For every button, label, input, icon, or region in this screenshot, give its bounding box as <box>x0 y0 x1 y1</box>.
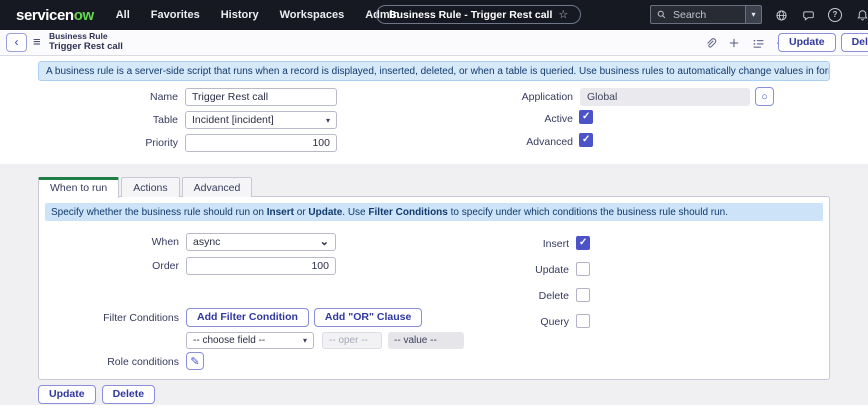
choose-field-value: -- choose field -- <box>193 335 265 346</box>
record-title: Trigger Rest call <box>49 42 123 53</box>
record-toolbar: ‹ ≡ Business Rule Trigger Rest call ⋯ Up… <box>0 30 868 56</box>
nav-workspaces[interactable]: Workspaces <box>280 9 345 21</box>
filter-conditions-label: Filter Conditions <box>39 312 179 324</box>
record-title-block: Business Rule Trigger Rest call <box>49 32 123 53</box>
toolbar-icon-group: ⋯ <box>702 30 790 56</box>
order-label: Order <box>39 260 179 272</box>
search-scope-button[interactable]: ▾ <box>745 5 762 24</box>
advanced-label: Advanced <box>430 136 573 148</box>
active-checkbox[interactable] <box>579 110 593 124</box>
info-banner-text: A business rule is a server-side script … <box>46 66 830 77</box>
filter-condition-buttons: Add Filter Condition Add "OR" Clause <box>186 308 422 327</box>
update-label: Update <box>429 264 569 276</box>
application-field: Global <box>580 88 750 106</box>
context-pill[interactable]: Business Rule - Trigger Rest call ☆ <box>376 5 581 24</box>
when-select[interactable]: async ⌄ <box>186 233 336 251</box>
choose-field-caret-icon: ▾ <box>303 336 307 345</box>
nav-favorites[interactable]: Favorites <box>151 9 200 21</box>
globe-icon[interactable] <box>772 6 790 24</box>
delete-label: Delete <box>429 290 569 302</box>
application-label: Application <box>430 91 573 103</box>
query-checkbox[interactable] <box>576 314 590 328</box>
when-label: When <box>39 236 179 248</box>
servicenow-logo[interactable]: servicenow <box>16 7 94 24</box>
footer-update-button[interactable]: Update <box>38 385 96 404</box>
table-select-caret-icon: ▾ <box>326 116 330 125</box>
add-filter-condition-button[interactable]: Add Filter Condition <box>186 308 309 327</box>
add-or-clause-button[interactable]: Add "OR" Clause <box>314 308 422 327</box>
insert-label: Insert <box>429 238 569 250</box>
notifications-bell-icon[interactable] <box>853 6 868 24</box>
query-label: Query <box>429 316 569 328</box>
context-menu-icon[interactable]: ≡ <box>33 34 41 49</box>
role-conditions-label: Role conditions <box>39 356 179 368</box>
tab-advanced[interactable]: Advanced <box>182 177 253 197</box>
delete-checkbox[interactable] <box>576 288 590 302</box>
table-select[interactable]: Incident [incident] ▾ <box>185 111 337 129</box>
back-button[interactable]: ‹ <box>6 33 27 52</box>
when-select-value: async <box>193 236 220 248</box>
top-menu: All Favorites History Workspaces Admin <box>116 9 400 21</box>
logo-text-green: ow <box>74 7 94 24</box>
advanced-checkbox[interactable] <box>579 133 593 147</box>
nav-all[interactable]: All <box>116 9 130 21</box>
edit-role-conditions-button[interactable]: ✎ <box>186 352 204 370</box>
active-label: Active <box>430 113 573 125</box>
info-banner: A business rule is a server-side script … <box>38 61 830 81</box>
name-input[interactable] <box>185 88 337 106</box>
table-select-value: Incident [incident] <box>192 114 274 126</box>
footer-delete-button[interactable]: Delete <box>102 385 156 404</box>
update-button[interactable]: Update <box>778 33 836 52</box>
footer-buttons: Update Delete <box>38 385 155 404</box>
favorite-star-icon[interactable]: ☆ <box>558 8 568 21</box>
back-chevron-icon: ‹ <box>15 35 19 49</box>
update-checkbox[interactable] <box>576 262 590 276</box>
operator-field: -- oper -- <box>322 332 382 349</box>
caret-down-icon: ▾ <box>751 10 755 19</box>
form-tabs: When to run Actions Advanced <box>38 177 254 198</box>
add-icon[interactable] <box>726 35 742 51</box>
choose-field-select[interactable]: -- choose field -- ▾ <box>186 332 314 349</box>
insert-checkbox[interactable] <box>576 236 590 250</box>
question-mark-glyph: ? <box>828 8 842 22</box>
priority-label: Priority <box>38 137 178 149</box>
application-picker-button[interactable]: ○ <box>755 87 774 106</box>
pencil-icon: ✎ <box>190 355 199 368</box>
nav-history[interactable]: History <box>221 9 259 21</box>
activity-stream-icon[interactable] <box>750 35 766 51</box>
tab-actions[interactable]: Actions <box>121 177 179 197</box>
tab-when-to-run[interactable]: When to run <box>38 177 119 198</box>
search-input[interactable] <box>671 8 739 22</box>
delete-button[interactable]: Delete <box>841 33 868 52</box>
context-pill-label: Business Rule - Trigger Rest call <box>389 9 552 21</box>
when-to-run-panel: Specify whether the business rule should… <box>38 196 830 380</box>
name-label: Name <box>38 91 178 103</box>
when-select-chevron-icon: ⌄ <box>320 238 329 246</box>
circle-icon: ○ <box>761 91 768 103</box>
search-box[interactable] <box>650 5 745 24</box>
chat-icon[interactable] <box>799 6 817 24</box>
global-search: ▾ <box>650 5 762 24</box>
tab-info-banner: Specify whether the business rule should… <box>45 203 823 221</box>
priority-input[interactable] <box>185 134 337 152</box>
help-icon[interactable]: ? <box>826 6 844 24</box>
paperclip-icon[interactable] <box>702 35 718 51</box>
logo-text: servicen <box>16 7 74 24</box>
order-input[interactable] <box>186 257 336 275</box>
value-field: -- value -- <box>388 332 464 349</box>
table-label: Table <box>38 114 178 126</box>
toolbar-buttons: Update Delete <box>778 33 868 52</box>
top-nav: servicenow All Favorites History Workspa… <box>0 0 868 30</box>
search-icon <box>657 9 666 20</box>
nav-icon-group: ? <box>772 0 868 30</box>
application-value: Global <box>587 91 617 103</box>
